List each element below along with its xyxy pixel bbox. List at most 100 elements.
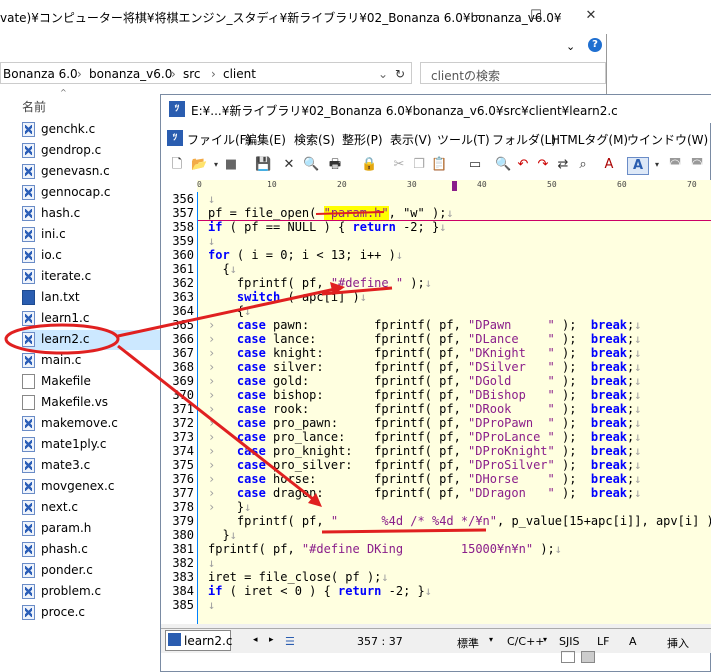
breadcrumb-item[interactable]: src xyxy=(183,67,201,81)
c-source-icon xyxy=(22,248,35,263)
address-bar[interactable]: Bonanza 6.0 › bonanza_v6.0 › src › clien… xyxy=(0,62,412,84)
address-dropdown-icon[interactable]: ⌄ xyxy=(378,67,388,81)
menu-folder[interactable]: フォルダ(L) xyxy=(492,131,556,148)
paste-icon[interactable]: 📋 xyxy=(431,157,447,173)
breadcrumb-item[interactable]: bonanza_v6.0 xyxy=(89,67,172,81)
font-icon[interactable]: A xyxy=(601,157,617,173)
file-list-item[interactable]: mate1ply.c xyxy=(22,435,162,455)
print-preview-icon[interactable]: 🔍 xyxy=(303,157,319,173)
file-list-item[interactable]: mate3.c xyxy=(22,456,162,476)
maximize-icon[interactable]: ☐ xyxy=(527,8,545,23)
file-list-item[interactable]: learn2.c xyxy=(22,330,162,350)
editor-title: E:¥...¥新ライブラリ¥02_Bonanza 6.0¥bonanza_v6.… xyxy=(191,104,618,118)
case-label: pro_lance: xyxy=(273,430,346,444)
file-list-item[interactable]: learn1.c xyxy=(22,309,162,329)
close-icon[interactable]: ✕ xyxy=(582,8,600,23)
save-icon[interactable]: 💾 xyxy=(255,157,271,173)
insert-mode[interactable]: 挿入 xyxy=(667,635,689,651)
menu-html-tag[interactable]: HTMLタグ(M) xyxy=(551,131,628,148)
copy-icon[interactable]: ❐ xyxy=(411,157,427,173)
tab-learn2-c[interactable]: learn2.c xyxy=(165,630,232,651)
code-string: "DProPawn " xyxy=(468,416,555,430)
file-list-item[interactable]: movgenex.c xyxy=(22,477,162,497)
file-list-item[interactable]: hash.c xyxy=(22,204,162,224)
cut-icon[interactable]: ✂ xyxy=(391,157,407,173)
file-list-item[interactable]: next.c xyxy=(22,498,162,518)
code-keyword: if xyxy=(208,584,223,598)
file-list-item[interactable]: Makefile xyxy=(22,372,162,392)
new-file-icon[interactable]: 🗋 xyxy=(169,157,185,173)
tab-scroll-left-icon[interactable]: ◂ xyxy=(253,635,258,645)
code-keyword: break xyxy=(590,388,628,402)
file-list-item[interactable]: proce.c xyxy=(22,603,162,623)
code-area[interactable]: ↓ pf = file_open( "param.h", "w" );↓ if … xyxy=(197,192,711,624)
print-icon[interactable]: 🖶 xyxy=(327,157,343,173)
breadcrumb-item[interactable]: client xyxy=(223,67,256,81)
code-keyword: break xyxy=(590,346,628,360)
file-list-item[interactable]: problem.c xyxy=(22,582,162,602)
menu-edit[interactable]: 編集(E) xyxy=(245,131,286,148)
indent-dropdown-icon[interactable]: ▾ xyxy=(489,635,493,644)
wrap-dropdown-icon[interactable]: ▾ xyxy=(649,157,665,173)
menu-tools[interactable]: ツール(T) xyxy=(437,131,490,148)
menu-view[interactable]: 表示(V) xyxy=(390,131,432,148)
line-number: 375 xyxy=(172,458,194,472)
file-name: mate1ply.c xyxy=(41,437,107,451)
file-list-item[interactable]: ponder.c xyxy=(22,561,162,581)
file-list-item[interactable]: makemove.c xyxy=(22,414,162,434)
code-line-383: iret = file_close( pf );↓ xyxy=(208,570,389,584)
file-list-item[interactable]: phash.c xyxy=(22,540,162,560)
close-file-icon[interactable]: ✕ xyxy=(281,157,297,173)
menu-search[interactable]: 検索(S) xyxy=(294,131,335,148)
macro-run-icon[interactable]: ◚ xyxy=(689,157,705,173)
find-prev-icon[interactable]: ↶ xyxy=(515,157,531,173)
menu-file[interactable]: ファイル(F) xyxy=(187,131,251,148)
file-list-item[interactable]: genevasn.c xyxy=(22,162,162,182)
search-box[interactable]: clientの検索 xyxy=(420,62,606,84)
column-header-name[interactable]: 名前 xyxy=(22,98,46,115)
file-list-item[interactable]: gennocap.c xyxy=(22,183,162,203)
file-list-item[interactable]: genchk.c xyxy=(22,120,162,140)
file-list-item[interactable]: ini.c xyxy=(22,225,162,245)
refresh-icon[interactable]: ↻ xyxy=(395,67,405,81)
file-list-item[interactable]: lan.txt xyxy=(22,288,162,308)
open-folder-icon[interactable]: 📂 xyxy=(191,157,207,173)
file-list-item[interactable]: main.c xyxy=(22,351,162,371)
menu-window[interactable]: ウインドウ(W) xyxy=(627,131,708,148)
ribbon-chevron-down-icon[interactable]: ⌄ xyxy=(566,40,575,53)
window-icon[interactable]: ▭ xyxy=(467,157,483,173)
minimize-icon[interactable]: — xyxy=(470,8,488,23)
indent-mode[interactable]: 標準 xyxy=(457,635,479,651)
grep-icon[interactable]: ⌕ xyxy=(575,157,591,173)
code-line-case: › case dragon: fprintf( pf, "DDragon " );… xyxy=(208,486,641,500)
file-list-item[interactable]: io.c xyxy=(22,246,162,266)
line-ending[interactable]: LF xyxy=(597,635,609,648)
lock-icon[interactable]: 🔒 xyxy=(361,157,377,173)
file-name: Makefile xyxy=(41,374,91,388)
macro-record-icon[interactable]: ◚ xyxy=(667,157,683,173)
help-icon[interactable]: ? xyxy=(588,38,602,52)
open-dropdown-icon[interactable]: ▾ xyxy=(208,157,224,173)
find-next-icon[interactable]: ↷ xyxy=(535,157,551,173)
replace-icon[interactable]: ⇄ xyxy=(555,157,571,173)
stop-icon[interactable]: ■ xyxy=(223,157,239,173)
file-list-item[interactable]: iterate.c xyxy=(22,267,162,287)
code-line-case: › case gold: fprintf( pf, "DGold " ); bre… xyxy=(208,374,641,388)
encoding[interactable]: SJIS xyxy=(559,635,579,648)
tab-scroll-right-icon[interactable]: ▸ xyxy=(269,635,274,645)
syntax-mode[interactable]: C/C++ xyxy=(507,635,545,648)
eol-marker: ↓ xyxy=(634,458,642,472)
file-list-item[interactable]: param.h xyxy=(22,519,162,539)
tab-list-icon[interactable]: ☰ xyxy=(285,635,295,648)
syntax-dropdown-icon[interactable]: ▾ xyxy=(543,635,547,644)
menu-format[interactable]: 整形(P) xyxy=(342,131,383,148)
text-wrap-icon[interactable]: A xyxy=(627,157,649,175)
sakura-menu-logo-icon[interactable]: ﾂ xyxy=(167,130,183,146)
file-list-item[interactable]: gendrop.c xyxy=(22,141,162,161)
breadcrumb-item[interactable]: Bonanza 6.0 xyxy=(3,67,78,81)
find-icon[interactable]: 🔍 xyxy=(495,157,511,173)
file-list-item[interactable]: Makefile.vs xyxy=(22,393,162,413)
